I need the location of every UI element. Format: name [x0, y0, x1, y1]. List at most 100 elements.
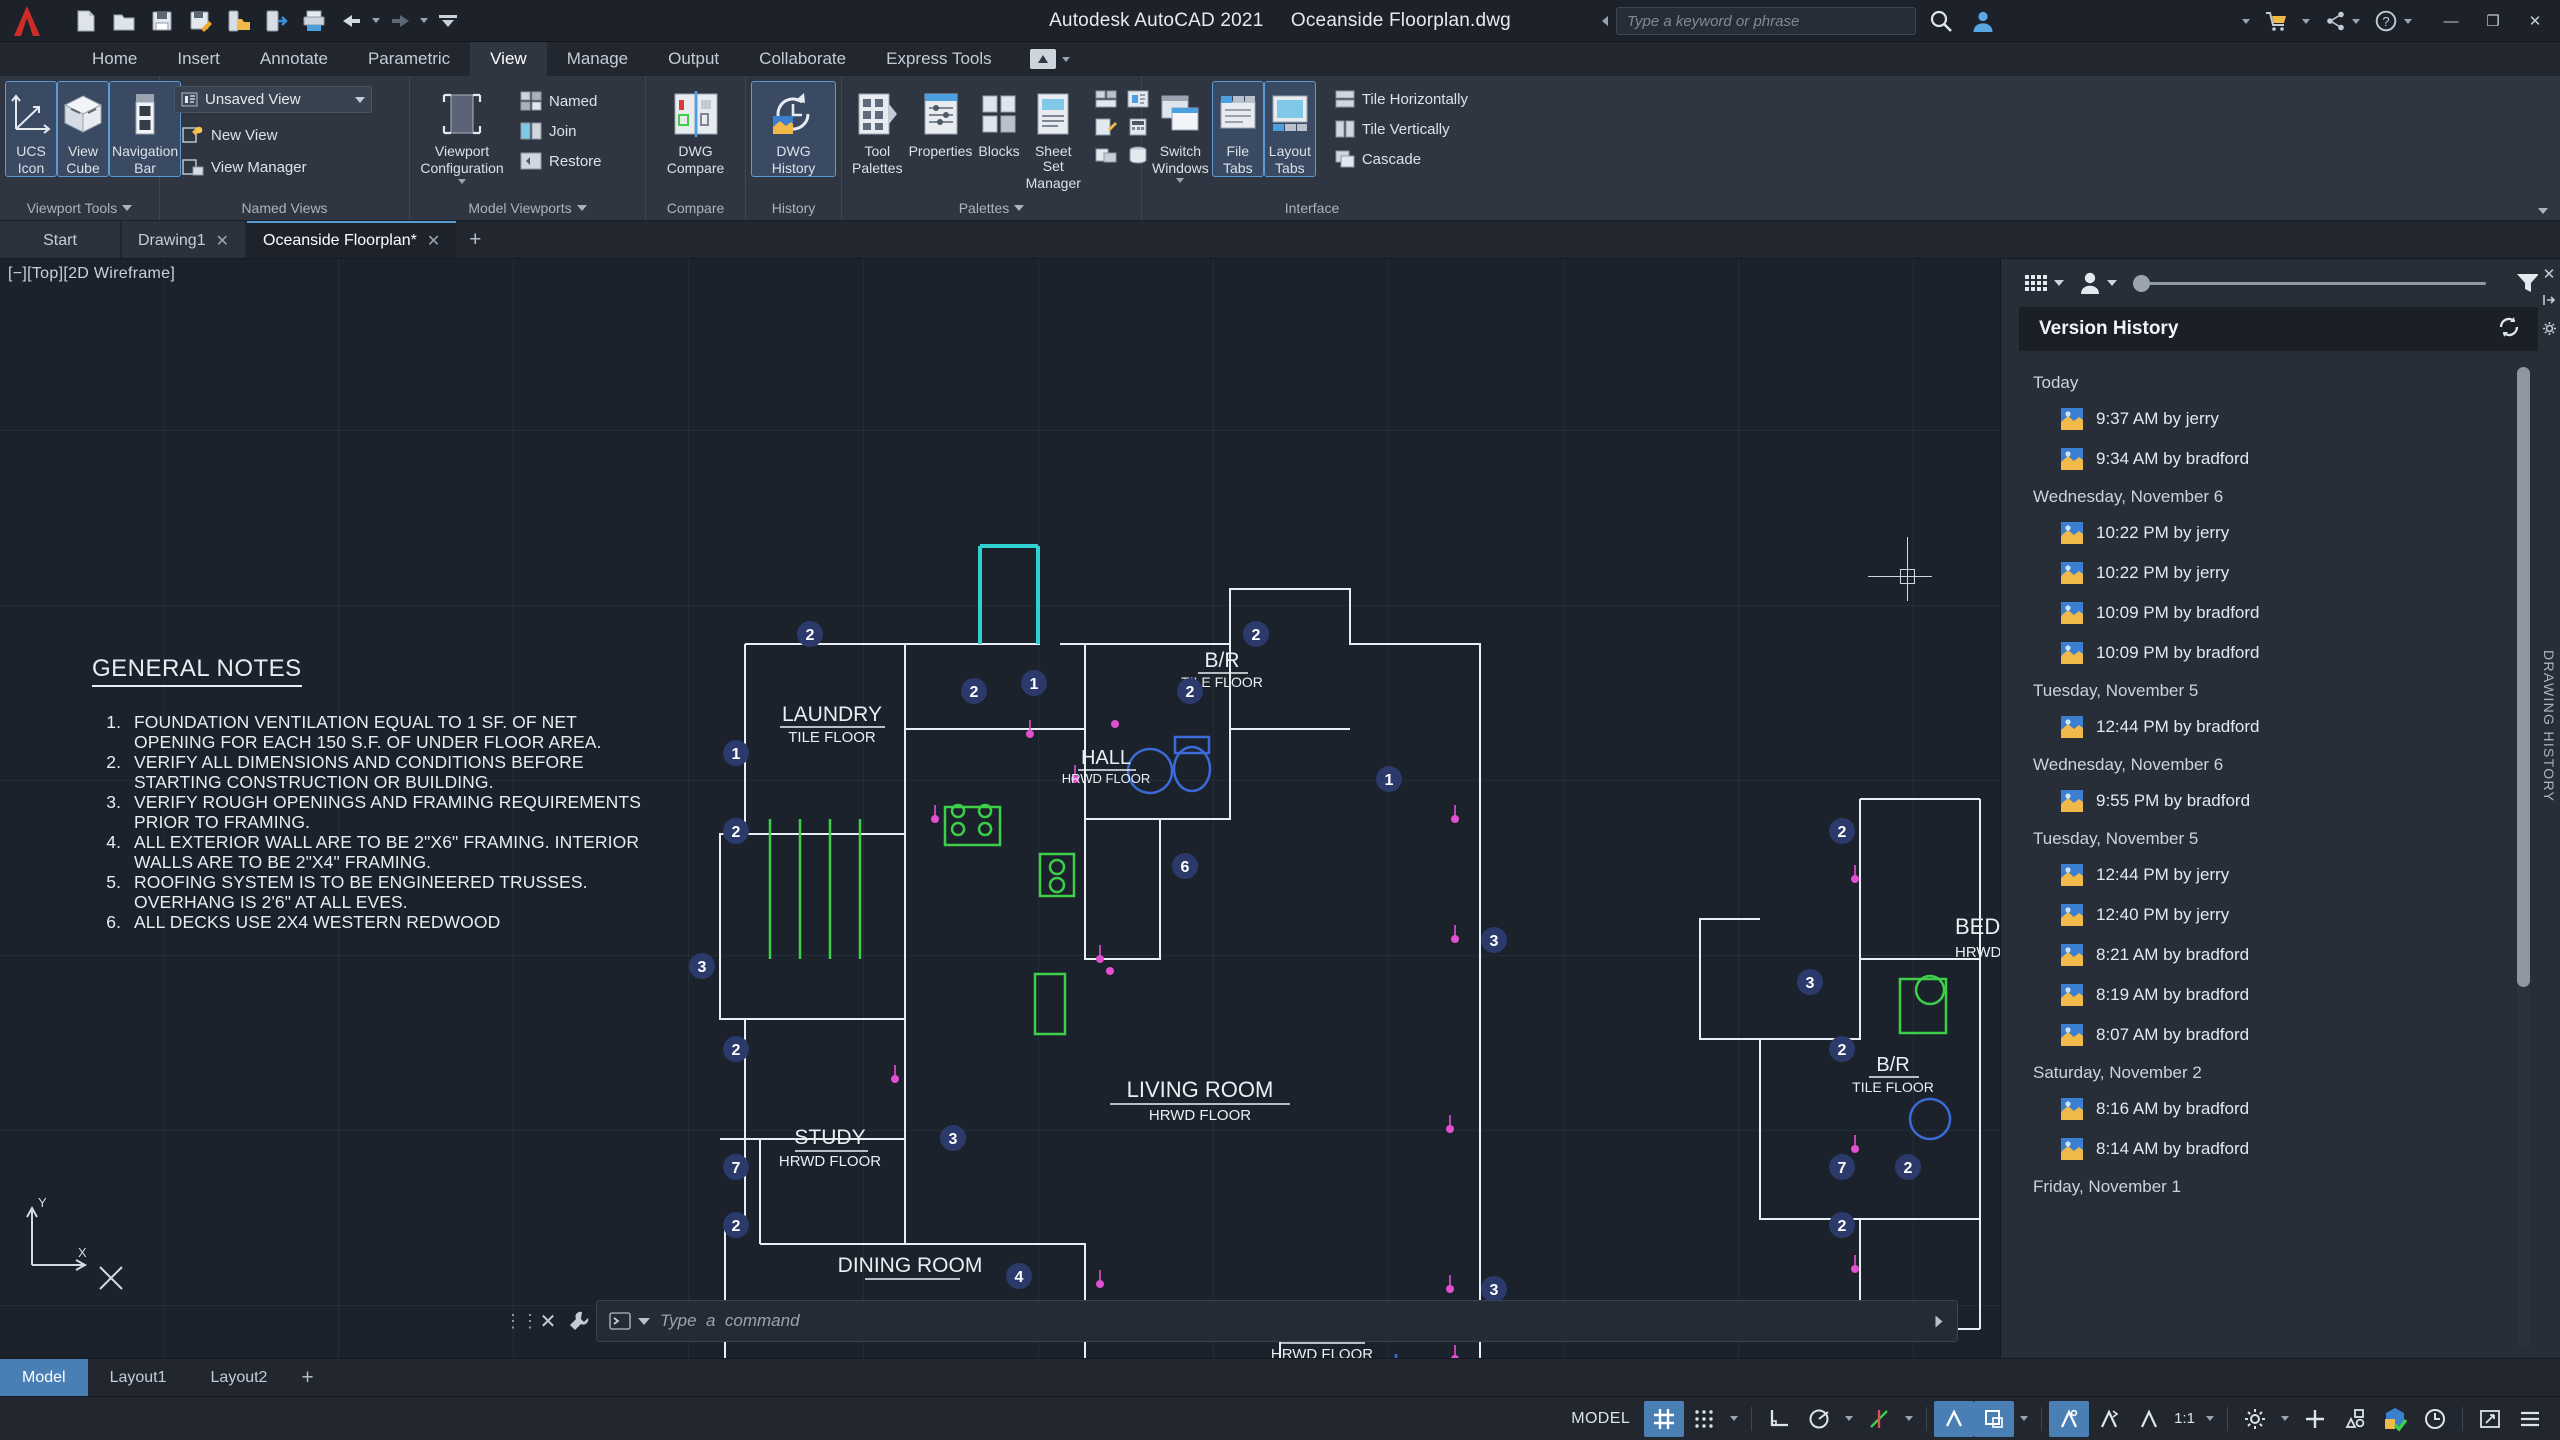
command-input[interactable]	[660, 1311, 1923, 1331]
workspace-switching-icon[interactable]	[2235, 1401, 2275, 1437]
annotation-visibility-toggle[interactable]	[2049, 1400, 2090, 1437]
new-file-icon[interactable]	[68, 4, 104, 38]
layout-tab-layout2[interactable]: Layout2	[189, 1359, 290, 1396]
polar-tracking-caret-icon[interactable]	[1839, 1401, 1859, 1437]
palette-autohide-icon[interactable]	[2542, 293, 2556, 311]
close-icon[interactable]: ✕	[216, 231, 229, 251]
ribbon-tab-parametric[interactable]: Parametric	[348, 42, 470, 76]
chevron-down-icon[interactable]	[2107, 280, 2117, 286]
osnap-tracking-caret-icon[interactable]	[1899, 1401, 1919, 1437]
sheet-set-manager-button[interactable]: Sheet Set Manager	[1024, 82, 1083, 191]
command-line-close-icon[interactable]: ✕	[534, 1309, 562, 1334]
viewport-config-caret-icon[interactable]	[458, 179, 466, 184]
ribbon-tab-express-tools[interactable]: Express Tools	[866, 42, 1012, 76]
version-list-item[interactable]: 10:22 PM by jerry	[2019, 513, 2538, 553]
new-view-button[interactable]: New View	[174, 120, 285, 150]
account-menu-caret-icon[interactable]	[2236, 6, 2256, 36]
search-box[interactable]	[1616, 7, 1916, 35]
help-icon[interactable]: ?	[2368, 6, 2418, 36]
layout-tab-layout1[interactable]: Layout1	[88, 1359, 189, 1396]
save-to-web-mobile-icon[interactable]	[220, 4, 256, 38]
lineweight-toggle[interactable]	[1974, 1400, 2015, 1437]
ortho-mode-toggle[interactable]	[1759, 1401, 1799, 1437]
version-list-item[interactable]: 8:21 AM by bradford	[2019, 935, 2538, 975]
autodesk-store-icon[interactable]	[2258, 6, 2294, 36]
file-tab-start[interactable]: Start	[0, 221, 120, 258]
plot-icon[interactable]	[296, 4, 332, 38]
snap-mode-toggle[interactable]	[1684, 1401, 1724, 1437]
model-space-button[interactable]: MODEL	[1557, 1410, 1644, 1428]
file-tab-oceanside-floorplan[interactable]: Oceanside Floorplan* ✕	[247, 221, 457, 258]
search-input[interactable]	[1627, 12, 1905, 30]
cascade-button[interactable]: Cascade	[1327, 144, 1476, 174]
grid-display-toggle[interactable]	[1644, 1400, 1685, 1437]
redo-dropdown-caret-icon[interactable]	[420, 18, 428, 23]
version-list-item[interactable]: 10:22 PM by jerry	[2019, 553, 2538, 593]
maximize-button[interactable]: ❐	[2472, 0, 2514, 42]
version-list-item[interactable]: 8:19 AM by bradford	[2019, 975, 2538, 1015]
annotation-scale-toggle[interactable]	[2129, 1401, 2169, 1437]
version-list-item[interactable]: 8:14 AM by bradford	[2019, 1129, 2538, 1169]
timeline-slider-track[interactable]	[2133, 274, 2486, 292]
workspace-caret-icon[interactable]	[2275, 1401, 2295, 1437]
viewport-configuration-button[interactable]: Viewport Configuration	[420, 82, 504, 184]
open-file-icon[interactable]	[106, 4, 142, 38]
autodesk-logo-icon[interactable]	[0, 0, 54, 42]
layer-properties-icon[interactable]	[1091, 86, 1121, 112]
tile-vertically-button[interactable]: Tile Vertically	[1327, 114, 1476, 144]
customize-qat-icon[interactable]	[430, 4, 466, 38]
version-list-item[interactable]: 10:09 PM by bradford	[2019, 633, 2538, 673]
file-tab-drawing1[interactable]: Drawing1 ✕	[122, 221, 245, 258]
share-menu-caret-icon[interactable]	[2296, 6, 2316, 36]
timeline-slider-knob[interactable]	[2133, 274, 2150, 292]
palette-close-icon[interactable]: ✕	[2543, 265, 2556, 283]
ucs-icon-button[interactable]: UCS Icon	[5, 81, 57, 177]
save-as-icon[interactable]	[182, 4, 218, 38]
search-history-caret-icon[interactable]	[1602, 16, 1608, 26]
share-icon[interactable]	[2318, 6, 2366, 36]
version-list-item[interactable]: 8:16 AM by bradford	[2019, 1089, 2538, 1129]
ribbon-expand-icon[interactable]	[2538, 208, 2548, 214]
version-list-item[interactable]: 9:55 PM by bradford	[2019, 781, 2538, 821]
blocks-button[interactable]: Blocks	[976, 82, 1021, 159]
close-button[interactable]: ✕	[2514, 0, 2556, 42]
markup-set-icon[interactable]	[1091, 114, 1121, 140]
drawing-canvas[interactable]: [−][Top][2D Wireframe] GENERAL NOTES FOU…	[0, 259, 2000, 1358]
refresh-icon[interactable]	[2496, 315, 2522, 344]
named-viewport-button[interactable]: Named	[512, 86, 610, 116]
ribbon-overflow-caret-icon[interactable]	[1061, 56, 1070, 62]
version-list-item[interactable]: 8:07 AM by bradford	[2019, 1015, 2538, 1055]
ribbon-tab-view[interactable]: View	[470, 42, 547, 76]
version-list-item[interactable]: 9:37 AM by jerry	[2019, 399, 2538, 439]
ribbon-tab-output[interactable]: Output	[648, 42, 739, 76]
filter-by-user-button[interactable]	[2074, 266, 2121, 300]
properties-button[interactable]: Properties	[907, 82, 975, 159]
group-by-button[interactable]	[2019, 266, 2068, 300]
open-from-web-mobile-icon[interactable]	[258, 4, 294, 38]
switch-windows-button[interactable]: Switch Windows	[1150, 82, 1211, 183]
panel-expand-icon[interactable]	[1014, 205, 1025, 211]
command-input-box[interactable]	[596, 1300, 1958, 1342]
command-history-caret-icon[interactable]	[638, 1317, 650, 1325]
new-file-tab-button[interactable]: +	[458, 221, 492, 258]
version-list-item[interactable]: 9:34 AM by bradford	[2019, 439, 2538, 479]
autoscale-toggle[interactable]	[2089, 1401, 2129, 1437]
undo-dropdown-caret-icon[interactable]	[372, 18, 380, 23]
clean-screen-icon[interactable]	[2470, 1401, 2510, 1437]
new-layout-button[interactable]: +	[289, 1359, 325, 1396]
customization-icon[interactable]	[2510, 1401, 2550, 1437]
scrollbar-thumb[interactable]	[2517, 367, 2530, 987]
ribbon-tab-home[interactable]: Home	[72, 42, 157, 76]
layout-tabs-button[interactable]: Layout Tabs	[1263, 81, 1316, 177]
tile-horizontally-button[interactable]: Tile Horizontally	[1327, 84, 1476, 114]
view-cube-button[interactable]: View Cube	[57, 81, 109, 177]
version-list-scrollbar[interactable]	[2517, 367, 2530, 1348]
ribbon-tab-insert[interactable]: Insert	[157, 42, 240, 76]
version-list-item[interactable]: 12:44 PM by bradford	[2019, 707, 2538, 747]
chevron-down-icon[interactable]	[355, 96, 365, 103]
panel-expand-icon[interactable]	[122, 205, 133, 211]
account-avatar-icon[interactable]	[1966, 6, 2000, 36]
ribbon-tab-overflow[interactable]	[1029, 42, 1070, 76]
ribbon-tab-collaborate[interactable]: Collaborate	[739, 42, 866, 76]
view-selector-combo[interactable]: Unsaved View	[174, 86, 372, 113]
